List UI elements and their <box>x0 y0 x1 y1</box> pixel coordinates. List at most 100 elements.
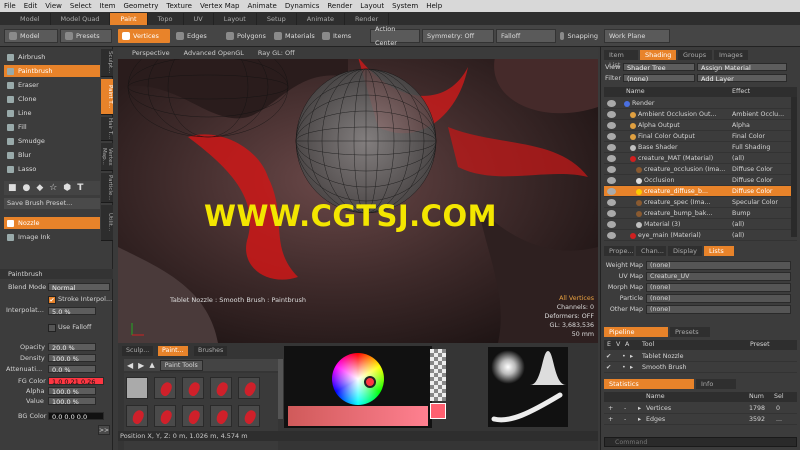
stroke-interp-checkbox[interactable]: ✔ <box>48 296 56 304</box>
shader-tree-row[interactable]: Ambient Occlusion Out... Ambient Occlu... <box>604 109 797 120</box>
side-tab[interactable]: Sculpt... <box>101 49 113 77</box>
panel-tab[interactable]: Presets <box>670 327 710 337</box>
shape-icon[interactable]: ⬢ <box>63 183 71 193</box>
text-tool-icon[interactable]: T <box>77 183 83 193</box>
add-layer-dropdown[interactable]: Add Layer <box>697 74 787 83</box>
falloff-dropdown[interactable]: Falloff <box>496 29 556 43</box>
expand-icon[interactable]: ▸ <box>638 403 641 414</box>
menu-item-animate[interactable]: Animate <box>247 2 276 10</box>
circle-icon[interactable]: ● <box>23 183 31 193</box>
minus-icon[interactable]: - <box>624 403 626 414</box>
shader-tree-row[interactable]: Material (3) (all) <box>604 219 797 230</box>
brush-stamp[interactable] <box>182 377 204 399</box>
list-value-dropdown[interactable]: (none) <box>646 261 791 270</box>
check-icon[interactable]: ✔ <box>606 362 611 373</box>
interpolation-field[interactable]: 5.0 % <box>48 307 96 316</box>
menu-item-view[interactable]: View <box>45 2 62 10</box>
side-tab[interactable]: Hair T... <box>101 117 113 141</box>
brush-clone[interactable]: Clone <box>4 93 100 105</box>
bottom-tab[interactable]: Brushes <box>194 346 228 356</box>
expand-icon[interactable]: ▸ <box>638 414 641 425</box>
expand-icon[interactable]: ▸ <box>630 351 633 362</box>
nozzle-button[interactable]: Nozzle <box>4 217 100 229</box>
menu-item-render[interactable]: Render <box>327 2 352 10</box>
up-arrow-icon[interactable]: ▲ <box>149 361 154 369</box>
list-value-dropdown[interactable]: (none) <box>646 283 791 292</box>
eye-icon[interactable] <box>607 100 616 107</box>
menu-item-dynamics[interactable]: Dynamics <box>285 2 320 10</box>
layout-tab-topo[interactable]: Topo <box>148 12 184 25</box>
panel-tab[interactable]: Lists <box>704 246 734 256</box>
symmetry-dropdown[interactable]: Symmetry: Off <box>422 29 494 43</box>
layout-tab-uv[interactable]: UV <box>184 12 214 25</box>
check-icon[interactable]: ✔ <box>606 351 611 362</box>
panel-tab[interactable]: Prope... <box>604 246 634 256</box>
side-tab[interactable]: Particle... <box>101 173 113 203</box>
brush-smudge[interactable]: Smudge <box>4 135 100 147</box>
eye-icon[interactable] <box>607 111 616 118</box>
panel-tab[interactable]: Images <box>714 50 748 60</box>
brush-eraser[interactable]: Eraser <box>4 79 100 91</box>
bottom-tab[interactable]: Sculp... <box>122 346 154 356</box>
menu-item-geometry[interactable]: Geometry <box>123 2 158 10</box>
bg-color-field[interactable]: 0.0 0.0 0.0 <box>48 412 104 421</box>
eye-icon[interactable] <box>607 221 616 228</box>
use-falloff-checkbox[interactable] <box>48 324 56 332</box>
diamond-icon[interactable]: ◆ <box>36 183 43 193</box>
brush-stamp[interactable] <box>154 405 176 427</box>
layout-tab-animate[interactable]: Animate <box>297 12 346 25</box>
eye-icon[interactable] <box>607 177 616 184</box>
minus-icon[interactable]: - <box>624 414 626 425</box>
layout-tab-model-quad[interactable]: Model Quad <box>51 12 111 25</box>
brush-stamp[interactable] <box>126 405 148 427</box>
brush-stamp[interactable] <box>182 405 204 427</box>
menu-item-help[interactable]: Help <box>426 2 442 10</box>
list-value-dropdown[interactable]: (none) <box>646 294 791 303</box>
menu-item-layout[interactable]: Layout <box>360 2 384 10</box>
menu-item-texture[interactable]: Texture <box>166 2 192 10</box>
vertices-button[interactable]: Vertices <box>118 29 170 43</box>
eye-icon[interactable] <box>607 155 616 162</box>
pipeline-row[interactable]: ✔ • ▸ Tablet Nozzle <box>604 351 797 362</box>
save-brush-preset-button[interactable]: Save Brush Preset... <box>4 198 100 209</box>
view-dropdown[interactable]: Shader Tree <box>623 63 695 72</box>
work-plane-dropdown[interactable]: Work Plane <box>604 29 670 43</box>
opacity-field[interactable]: 20.0 % <box>48 343 96 352</box>
menu-item-system[interactable]: System <box>392 2 418 10</box>
forward-arrow-icon[interactable]: ▶ <box>138 361 144 370</box>
brush-stamp[interactable] <box>126 377 148 399</box>
list-value-dropdown[interactable]: Creature_UV <box>646 272 791 281</box>
pipeline-row[interactable]: ✔ • ▸ Smooth Brush <box>604 362 797 373</box>
menu-item-edit[interactable]: Edit <box>24 2 38 10</box>
side-tab[interactable]: Paint T... <box>101 79 113 115</box>
eye-icon[interactable] <box>607 232 616 239</box>
color-gradient-bar[interactable] <box>288 406 428 426</box>
alpha-field[interactable]: 100.0 % <box>48 387 96 396</box>
eye-icon[interactable] <box>607 210 616 217</box>
expand-panel-button[interactable]: >> <box>98 425 110 435</box>
brush-stamp[interactable] <box>238 377 260 399</box>
shader-tree-row[interactable]: Base Shader Full Shading <box>604 142 797 153</box>
shader-tree-row[interactable]: Occlusion Diffuse Color <box>604 175 797 186</box>
star-icon[interactable]: ☆ <box>49 183 57 193</box>
attenuation-field[interactable]: 0.0 % <box>48 365 96 374</box>
bottom-tab[interactable]: Paint... <box>158 346 188 356</box>
menu-item-select[interactable]: Select <box>70 2 92 10</box>
menu-item-file[interactable]: File <box>4 2 16 10</box>
panel-tab[interactable]: Statistics <box>604 379 694 389</box>
square-icon[interactable]: ■ <box>8 183 17 193</box>
list-value-dropdown[interactable]: (none) <box>646 305 791 314</box>
snapping-button[interactable]: Snapping <box>556 29 602 43</box>
panel-tab[interactable]: Pipeline <box>604 327 668 337</box>
plus-icon[interactable]: + <box>608 414 613 425</box>
density-field[interactable]: 100.0 % <box>48 354 96 363</box>
shader-tree-row[interactable]: Final Color Output Final Color <box>604 131 797 142</box>
command-input[interactable] <box>604 437 797 447</box>
shader-tree-row[interactable]: creature_diffuse_b... Diffuse Color <box>604 186 797 197</box>
shader-tree-row[interactable]: eye_main (Material) (all) <box>604 230 797 241</box>
blend-mode-dropdown[interactable]: Normal <box>48 283 110 292</box>
items-button[interactable]: Items <box>318 29 362 43</box>
side-tab[interactable]: Vertex Map... <box>101 143 113 171</box>
shader-tree-row[interactable]: Render <box>604 98 797 109</box>
eye-icon[interactable] <box>607 166 616 173</box>
